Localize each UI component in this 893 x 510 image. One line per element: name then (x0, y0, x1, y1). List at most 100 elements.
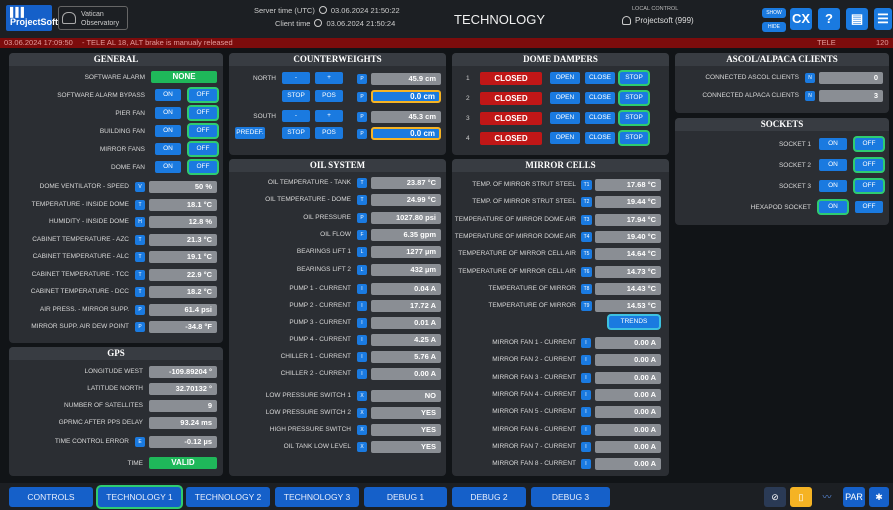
tab-technology-3[interactable]: TECHNOLOGY 3 (275, 487, 359, 507)
trends-button[interactable]: TRENDS (609, 316, 659, 328)
oil-label: OIL TEMPERATURE - DOME (265, 196, 351, 204)
reading-tag: V (135, 182, 145, 192)
reading-row: CABINET TEMPERATURE - AZC T 21.3 °C (9, 233, 223, 247)
no-sound-icon[interactable]: ⊘ (764, 487, 786, 507)
reading-label: AIR PRESS. - MIRROR SUPP. (39, 305, 129, 313)
damper-open-button[interactable]: OPEN (550, 112, 580, 124)
cx-icon[interactable]: CX (790, 8, 812, 30)
north-stop-button[interactable]: STOP (282, 90, 310, 102)
fan-label: MIRROR FAN 3 - CURRENT (492, 373, 576, 381)
damper-stop-button[interactable]: STOP (620, 92, 648, 104)
socket-label: HEXAPOD SOCKET (750, 204, 811, 211)
reading-value: 19.1 °C (149, 251, 217, 263)
mirror-tag: T4 (581, 231, 592, 242)
time-control-error-label: TIME CONTROL ERROR (54, 438, 129, 445)
socket-on-button[interactable]: ON (819, 159, 847, 171)
south-target-input[interactable]: 0.0 cm (371, 127, 441, 140)
north-pos-button[interactable]: POS (315, 90, 343, 102)
off-button[interactable]: OFF (189, 89, 217, 101)
off-button[interactable]: OFF (189, 107, 217, 119)
software-alarm-value: NONE (151, 71, 217, 83)
damper-close-button[interactable]: CLOSE (585, 92, 615, 104)
list-icon[interactable]: ☰ (874, 8, 892, 30)
lamp-icon[interactable]: ▯ (790, 487, 812, 507)
gps-label: LATITUDE NORTH (87, 385, 143, 392)
fan-label: MIRROR FAN 5 - CURRENT (492, 408, 576, 416)
oil-label: BEARINGS LIFT 2 (296, 265, 351, 273)
on-button[interactable]: ON (155, 125, 181, 137)
current-label: CHILLER 1 - CURRENT (280, 353, 351, 360)
predef-button[interactable]: PREDEF. (235, 127, 265, 139)
fan-tag: I (581, 389, 591, 400)
mirror-fan-row: MIRROR FAN 8 - CURRENT I 0.00 A (452, 457, 669, 471)
socket-on-button[interactable]: ON (819, 180, 847, 192)
damper-close-button[interactable]: CLOSE (585, 72, 615, 84)
off-button[interactable]: OFF (189, 143, 217, 155)
socket-on-button[interactable]: ON (819, 201, 847, 213)
socket-off-button[interactable]: OFF (855, 201, 883, 213)
north-minus-button[interactable]: - (282, 72, 310, 84)
par-button[interactable]: PAR (843, 487, 865, 507)
on-button[interactable]: ON (155, 161, 181, 173)
alarm-bar[interactable]: 03.06.2024 17:09:50 - TELE AL 18, ALT br… (0, 38, 893, 48)
fan-tag: I (581, 424, 591, 435)
socket-label: SOCKET 1 (778, 141, 811, 148)
hide-button[interactable]: HIDE (762, 22, 786, 32)
south-pos-button[interactable]: POS (315, 127, 343, 139)
time-control-error-tag: E (135, 437, 145, 447)
reading-value: 18.2 °C (149, 286, 217, 298)
tab-debug-2[interactable]: DEBUG 2 (452, 487, 526, 507)
settings-icon[interactable]: ✱ (869, 487, 889, 507)
current-label: CHILLER 2 - CURRENT (280, 370, 351, 377)
south-plus-button[interactable]: + (315, 110, 343, 122)
north-target-input[interactable]: 0.0 cm (371, 90, 441, 103)
tab-debug-1[interactable]: DEBUG 1 (364, 487, 447, 507)
reading-label: MIRROR SUPP. AIR DEW POINT (31, 323, 129, 330)
current-value: 0.00 A (371, 368, 441, 380)
observatory-icon (62, 12, 76, 24)
reading-value: 22.9 °C (149, 268, 217, 281)
tab-controls[interactable]: CONTROLS (9, 487, 93, 507)
damper-open-button[interactable]: OPEN (550, 92, 580, 104)
mirror-fan-row: MIRROR FAN 7 - CURRENT I 0.00 A (452, 440, 669, 454)
toggle-row: PIER FAN ON OFF (9, 107, 223, 121)
damper-stop-button[interactable]: STOP (620, 132, 648, 144)
damper-close-button[interactable]: CLOSE (585, 132, 615, 144)
fan-tag: I (581, 355, 591, 366)
switch-tag: X (357, 391, 367, 401)
socket-off-button[interactable]: OFF (855, 138, 883, 150)
mirror-fan-row: MIRROR FAN 5 - CURRENT I 0.00 A (452, 405, 669, 419)
mirror-fan-row: MIRROR FAN 4 - CURRENT I 0.00 A (452, 388, 669, 402)
reading-value: 50 % (149, 181, 217, 193)
mirror-reading-row: TEMPERATURE OF MIRROR CELL AIR T6 14.73 °C (452, 265, 669, 279)
damper-open-button[interactable]: OPEN (550, 132, 580, 144)
gps-value: 93.24 ms (149, 417, 217, 429)
tab-debug-3[interactable]: DEBUG 3 (531, 487, 610, 507)
damper-stop-button[interactable]: STOP (620, 112, 648, 124)
on-button[interactable]: ON (155, 89, 181, 101)
off-button[interactable]: OFF (189, 125, 217, 137)
damper-open-button[interactable]: OPEN (550, 72, 580, 84)
south-stop-button[interactable]: STOP (282, 127, 310, 139)
mirror-value: 14.73 °C (595, 265, 661, 278)
damper-stop-button[interactable]: STOP (620, 72, 648, 84)
socket-on-button[interactable]: ON (819, 138, 847, 150)
socket-row: SOCKET 1 ON OFF (675, 138, 889, 152)
socket-off-button[interactable]: OFF (855, 180, 883, 192)
chart-icon[interactable]: 〰 (816, 487, 838, 507)
show-button[interactable]: SHOW (762, 8, 786, 18)
on-button[interactable]: ON (155, 143, 181, 155)
help-icon[interactable]: ? (818, 8, 840, 30)
oil-current-row: PUMP 4 - CURRENT I 4.25 A (229, 333, 446, 347)
south-minus-button[interactable]: - (282, 110, 310, 122)
on-button[interactable]: ON (155, 107, 181, 119)
mirror-fan-row: MIRROR FAN 1 - CURRENT I 0.00 A (452, 336, 669, 350)
damper-close-button[interactable]: CLOSE (585, 112, 615, 124)
tab-technology-2[interactable]: TECHNOLOGY 2 (186, 487, 270, 507)
socket-off-button[interactable]: OFF (855, 159, 883, 171)
switch-tag: X (357, 408, 367, 418)
display-icon[interactable]: ▤ (846, 8, 868, 30)
north-plus-button[interactable]: + (315, 72, 343, 84)
off-button[interactable]: OFF (189, 161, 217, 173)
tab-technology-1[interactable]: TECHNOLOGY 1 (98, 487, 181, 507)
